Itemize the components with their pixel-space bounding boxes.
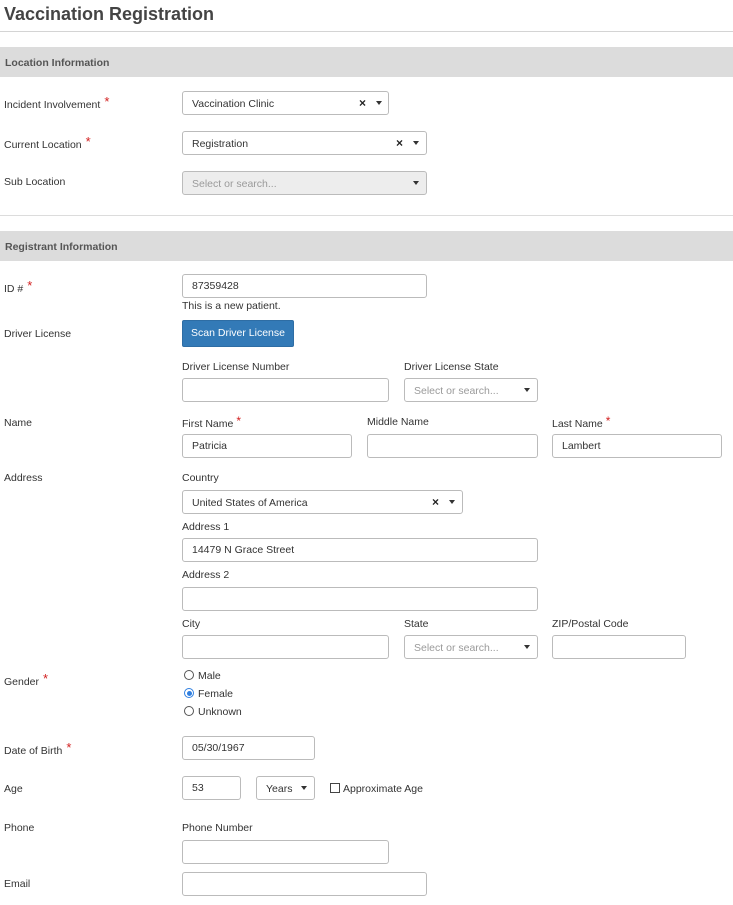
radio-button[interactable] bbox=[184, 706, 194, 716]
caret-down-icon[interactable] bbox=[376, 101, 382, 105]
new-patient-hint: This is a new patient. bbox=[182, 300, 281, 312]
email-label: Email bbox=[4, 878, 31, 890]
required-marker: * bbox=[236, 414, 242, 428]
current-location-label: Current Location * bbox=[4, 134, 91, 151]
select-value: United States of America bbox=[192, 497, 308, 509]
phone-label: Phone bbox=[4, 822, 35, 834]
driver-license-number-input[interactable] bbox=[182, 378, 389, 402]
section-title: Registrant Information bbox=[5, 241, 118, 253]
page-title: Vaccination Registration bbox=[4, 4, 215, 24]
radio-button[interactable] bbox=[184, 670, 194, 680]
age-unit-select[interactable]: Years bbox=[256, 776, 315, 800]
gender-option-male[interactable]: Male bbox=[184, 670, 221, 684]
phone-number-label: Phone Number bbox=[182, 822, 253, 834]
country-select[interactable]: United States of America × bbox=[182, 490, 463, 514]
incident-involvement-label: Incident Involvement * bbox=[4, 94, 110, 111]
email-input[interactable] bbox=[182, 872, 427, 896]
section-header-location: Location Information bbox=[0, 47, 733, 77]
sub-location-label: Sub Location bbox=[4, 176, 66, 188]
address2-label: Address 2 bbox=[182, 569, 230, 581]
address2-input[interactable] bbox=[182, 587, 538, 611]
zip-label: ZIP/Postal Code bbox=[552, 618, 629, 630]
required-marker: * bbox=[605, 414, 611, 428]
current-location-select[interactable]: Registration × bbox=[182, 131, 427, 155]
driver-license-state-select[interactable]: Select or search... bbox=[404, 378, 538, 402]
section-title: Location Information bbox=[5, 57, 110, 69]
section-divider bbox=[0, 215, 733, 216]
gender-label: Gender * bbox=[4, 671, 49, 688]
age-label: Age bbox=[4, 783, 23, 795]
clear-icon[interactable]: × bbox=[432, 495, 439, 509]
id-label: ID # * bbox=[4, 278, 33, 295]
first-name-label: First Name * bbox=[182, 414, 242, 430]
city-input[interactable] bbox=[182, 635, 389, 659]
required-marker: * bbox=[27, 278, 33, 293]
gender-option-female[interactable]: Female bbox=[184, 688, 233, 702]
incident-involvement-select[interactable]: Vaccination Clinic × bbox=[182, 91, 389, 115]
caret-down-icon[interactable] bbox=[524, 388, 530, 392]
gender-option-unknown[interactable]: Unknown bbox=[184, 706, 242, 720]
select-value: Registration bbox=[192, 138, 249, 150]
last-name-input[interactable] bbox=[552, 434, 722, 458]
id-input[interactable] bbox=[182, 274, 427, 298]
clear-icon[interactable]: × bbox=[359, 96, 366, 110]
driver-license-label: Driver License bbox=[4, 328, 72, 340]
caret-down-icon[interactable] bbox=[413, 181, 419, 185]
required-marker: * bbox=[43, 671, 49, 686]
address-label: Address bbox=[4, 472, 43, 484]
dob-label: Date of Birth * bbox=[4, 740, 72, 757]
country-label: Country bbox=[182, 472, 219, 484]
select-value: Vaccination Clinic bbox=[192, 98, 275, 110]
select-placeholder: Select or search... bbox=[414, 385, 499, 397]
caret-down-icon[interactable] bbox=[524, 645, 530, 649]
select-placeholder: Select or search... bbox=[414, 642, 499, 654]
state-label: State bbox=[404, 618, 429, 630]
caret-down-icon[interactable] bbox=[413, 141, 419, 145]
address1-label: Address 1 bbox=[182, 521, 230, 533]
approximate-age-checkbox[interactable]: Approximate Age bbox=[330, 783, 423, 795]
driver-license-state-label: Driver License State bbox=[404, 361, 499, 373]
scan-driver-license-button[interactable]: Scan Driver License bbox=[182, 320, 294, 347]
middle-name-label: Middle Name bbox=[367, 416, 429, 428]
required-marker: * bbox=[104, 94, 110, 109]
age-input[interactable] bbox=[182, 776, 241, 800]
dob-input[interactable] bbox=[182, 736, 315, 760]
required-marker: * bbox=[66, 740, 72, 755]
state-select[interactable]: Select or search... bbox=[404, 635, 538, 659]
radio-button[interactable] bbox=[184, 688, 194, 698]
middle-name-input[interactable] bbox=[367, 434, 538, 458]
caret-down-icon[interactable] bbox=[449, 500, 455, 504]
select-placeholder: Select or search... bbox=[192, 178, 277, 190]
title-divider bbox=[0, 31, 733, 32]
caret-down-icon[interactable] bbox=[301, 786, 307, 790]
sub-location-select[interactable]: Select or search... bbox=[182, 171, 427, 195]
first-name-input[interactable] bbox=[182, 434, 352, 458]
clear-icon[interactable]: × bbox=[396, 136, 403, 150]
checkbox[interactable] bbox=[330, 783, 340, 793]
city-label: City bbox=[182, 618, 201, 630]
zip-input[interactable] bbox=[552, 635, 686, 659]
phone-number-input[interactable] bbox=[182, 840, 389, 864]
last-name-label: Last Name * bbox=[552, 414, 611, 430]
required-marker: * bbox=[85, 134, 91, 149]
section-header-registrant: Registrant Information bbox=[0, 231, 733, 261]
select-value: Years bbox=[266, 783, 293, 795]
driver-license-number-label: Driver License Number bbox=[182, 361, 290, 373]
name-label: Name bbox=[4, 417, 33, 429]
address1-input[interactable] bbox=[182, 538, 538, 562]
